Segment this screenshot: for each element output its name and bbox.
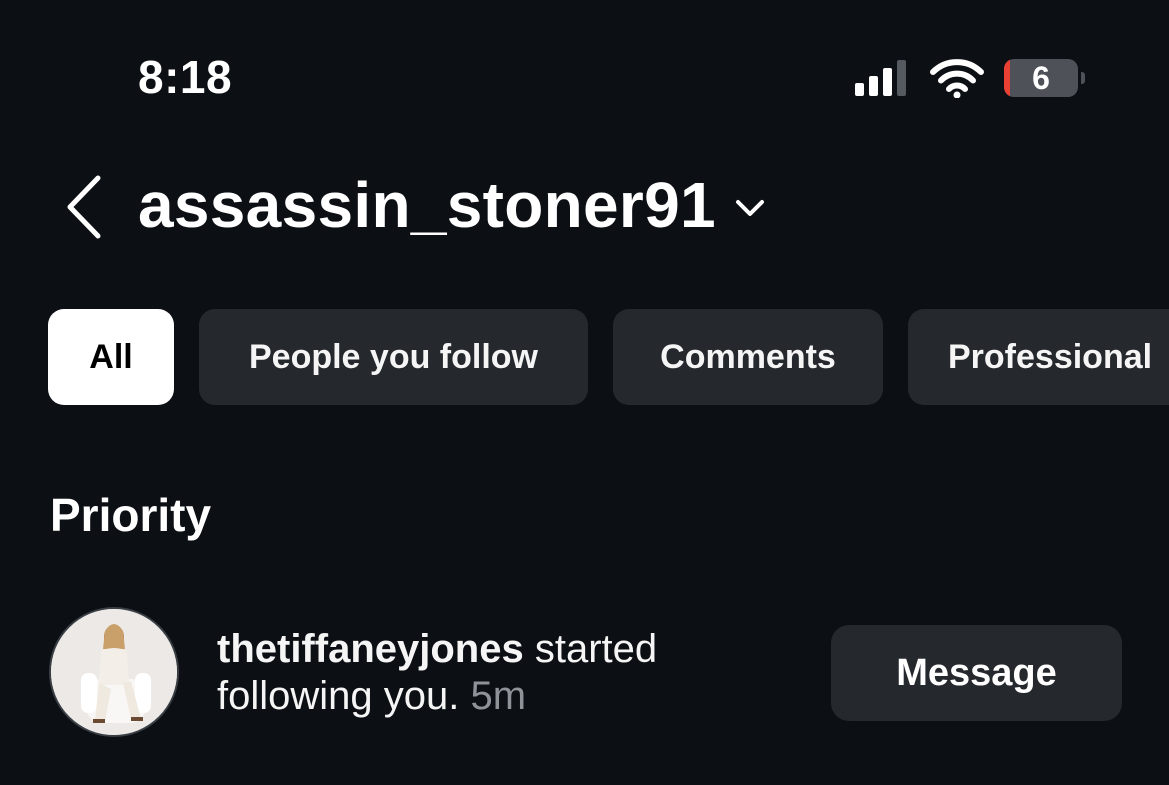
notification-time: 5m	[470, 674, 527, 718]
filter-professional[interactable]: Professional	[908, 309, 1169, 405]
notification-username[interactable]: thetiffaneyjones	[217, 627, 524, 671]
battery-percent: 6	[1032, 59, 1050, 96]
filter-all[interactable]: All	[48, 309, 174, 405]
notification-text: thetiffaneyjones started following you. …	[217, 626, 777, 720]
wifi-icon	[930, 59, 984, 98]
filter-people-you-follow[interactable]: People you follow	[199, 309, 588, 405]
back-button[interactable]	[60, 174, 108, 240]
battery-icon: 6	[1004, 59, 1078, 97]
battery-cap	[1081, 72, 1085, 84]
account-username: assassin_stoner91	[138, 169, 716, 241]
section-title-priority: Priority	[50, 489, 212, 541]
cellular-signal-icon	[855, 60, 906, 96]
status-icons: 6	[855, 58, 1085, 98]
avatar[interactable]	[49, 607, 179, 737]
message-button[interactable]: Message	[831, 625, 1122, 721]
account-switcher[interactable]: assassin_stoner91	[138, 168, 766, 242]
filter-chips: All People you follow Comments Professio…	[48, 309, 1169, 405]
status-time: 8:18	[138, 51, 233, 103]
filter-comments[interactable]: Comments	[613, 309, 883, 405]
avatar-photo	[51, 609, 177, 735]
chevron-down-icon	[735, 200, 764, 216]
